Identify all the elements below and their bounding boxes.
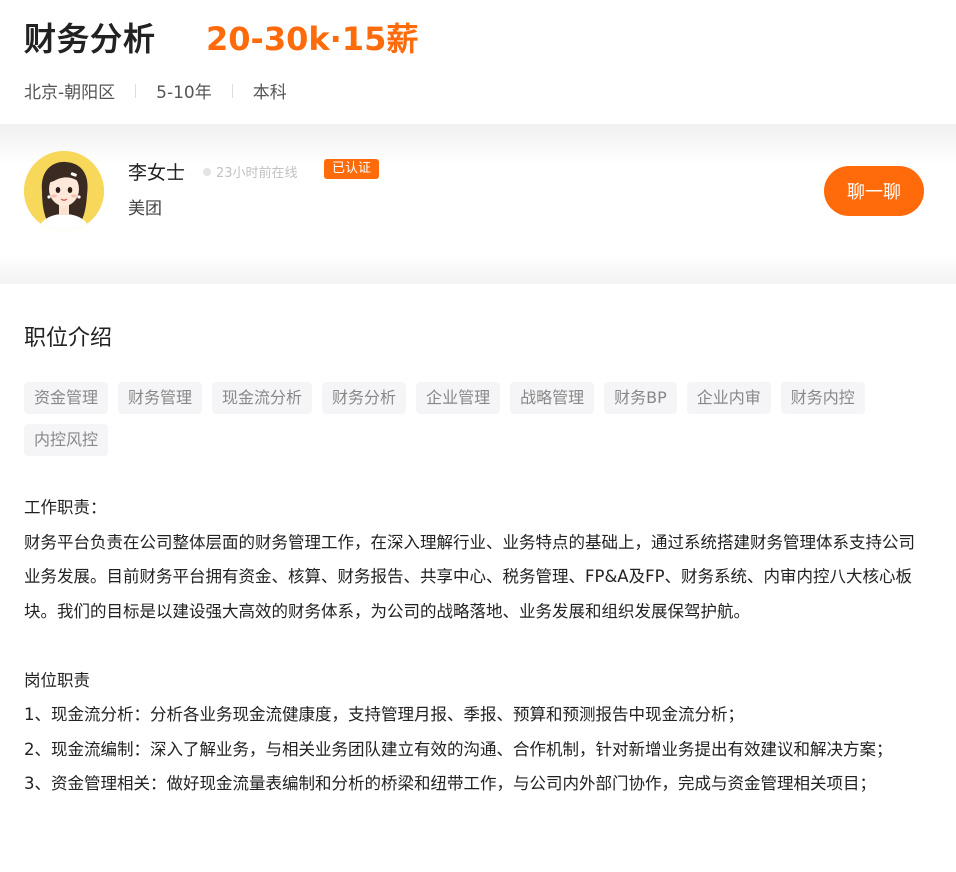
job-education: 本科: [252, 83, 287, 103]
skill-tags: 资金管理 财务管理 现金流分析 财务分析 企业管理 战略管理 财务BP 企业内审…: [24, 382, 924, 466]
skill-tag: 内控风控: [24, 424, 109, 456]
skill-tag: 企业管理: [416, 382, 501, 414]
meta-divider: [231, 83, 233, 98]
skill-tag: 战略管理: [510, 382, 595, 414]
avatar[interactable]: [24, 151, 104, 231]
salary: 20-30k·15薪: [206, 20, 419, 58]
duties-heading: 工作职责：: [24, 498, 107, 517]
job-description: 工作职责： 财务平台负责在公司整体层面的财务管理工作，在深入理解行业、业务特点的…: [24, 491, 924, 802]
duty-item: 1、现金流分析：分析各业务现金流健康度，支持管理月报、季报、预算和预测报告中现金…: [24, 705, 744, 724]
chat-button[interactable]: 聊一聊: [824, 166, 924, 216]
duty-item: 3、资金管理相关：做好现金流量表编制和分析的桥梁和纽带工作，与公司内外部门协作，…: [24, 774, 876, 793]
skill-tag: 财务分析: [322, 382, 407, 414]
online-status: 23小时前在线: [203, 162, 298, 181]
avatar-illustration-icon: [24, 151, 104, 231]
job-experience: 5-10年: [156, 83, 212, 103]
skill-tag: 财务管理: [118, 382, 203, 414]
job-title: 财务分析: [24, 20, 157, 58]
online-dot-icon: [203, 167, 211, 176]
section-title: 职位介绍: [24, 326, 113, 351]
skill-tag: 现金流分析: [212, 382, 313, 414]
online-status-text: 23小时前在线: [216, 166, 298, 181]
skill-tag: 财务内控: [780, 382, 865, 414]
position-heading: 岗位职责: [24, 670, 90, 690]
skill-tag: 资金管理: [24, 382, 109, 414]
job-header: 财务分析 20-30k·15薪 北京-朝阳区 5-10年 本科: [24, 14, 934, 124]
recruiter-card: 李女士 23小时前在线 已认证 美团 聊一聊: [0, 124, 956, 284]
duties-text: 财务平台负责在公司整体层面的财务管理工作，在深入理解行业、业务特点的基础上，通过…: [24, 532, 915, 621]
job-location: 北京-朝阳区: [24, 83, 116, 103]
title-row: 财务分析 20-30k·15薪: [24, 14, 934, 60]
recruiter-name: 李女士: [128, 162, 186, 184]
verified-badge: 已认证: [324, 159, 380, 179]
job-meta: 北京-朝阳区 5-10年 本科: [24, 78, 287, 103]
skill-tag: 财务BP: [604, 382, 677, 414]
job-detail-page: 财务分析 20-30k·15薪 北京-朝阳区 5-10年 本科 李女士 23小时…: [0, 0, 956, 872]
recruiter-company: 美团: [128, 199, 162, 219]
skill-tag: 企业内审: [686, 382, 771, 414]
meta-divider: [135, 83, 137, 98]
duty-item: 2、现金流编制：深入了解业务，与相关业务团队建立有效的沟通、合作机制，针对新增业…: [24, 739, 893, 759]
